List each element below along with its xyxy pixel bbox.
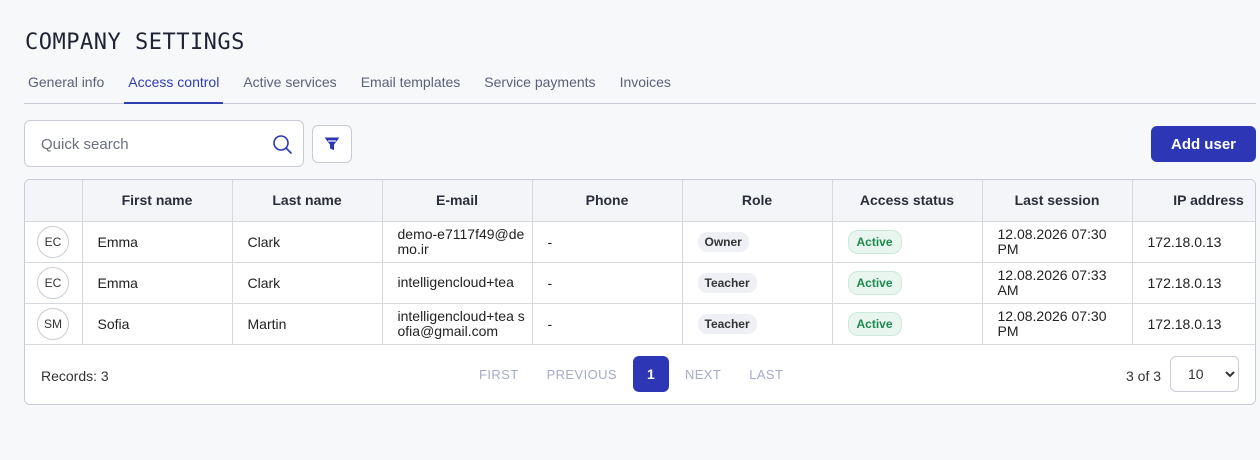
last-session-cell: 12.08.2026 07:30 PM [982,303,1133,345]
last-session-cell: 12.08.2026 07:33 AM [982,262,1133,304]
avatar: EC [37,225,69,258]
table-row[interactable]: SM Sofia Martin intelligencloud+tea sofi… [25,303,1255,345]
tab-service-payments[interactable]: Service payments [480,74,599,103]
pagination: FIRST PREVIOUS 1 NEXT LAST [465,356,797,392]
table-header-row: First name Last name E-mail Phone Role A… [25,180,1255,222]
email-cell: demo-e7117f49@demo.ir [382,221,533,263]
tab-email-templates[interactable]: Email templates [357,74,465,103]
role-cell: Owner [682,221,833,263]
pager-next-button[interactable]: NEXT [685,367,721,382]
email-cell: intelligencloud+tea sofia@gmail.com [382,303,533,345]
access-status-cell: Active [832,262,983,304]
tab-access-control[interactable]: Access control [124,74,224,104]
tab-general-info[interactable]: General info [24,74,108,103]
role-badge: Teacher [697,313,757,334]
ip-address-cell: 172.18.0.13 [1132,262,1255,304]
last-name-cell: Clark [232,221,383,263]
status-badge: Active [847,229,902,254]
access-status-cell: Active [832,303,983,345]
role-badge: Teacher [697,272,757,293]
quick-search-box [24,120,304,167]
first-name-cell: Emma [82,262,233,304]
pager-previous-button[interactable]: PREVIOUS [547,367,617,382]
avatar-cell: EC [25,262,83,304]
pager-last-button[interactable]: LAST [749,367,783,382]
ip-address-cell: 172.18.0.13 [1132,303,1255,345]
table-row[interactable]: EC Emma Clark intelligencloud+tea - Teac… [25,262,1255,304]
avatar: SM [37,307,69,340]
settings-tabs: General info Access control Active servi… [24,74,1256,104]
last-name-cell: Clark [232,262,383,304]
page-size-select[interactable]: 10 [1170,356,1239,392]
column-header-email[interactable]: E-mail [382,180,533,222]
page-range: 3 of 3 [1126,368,1162,384]
phone-cell: - [532,221,683,263]
status-badge: Active [847,270,902,295]
search-input[interactable] [41,134,261,154]
filter-button[interactable] [312,125,352,163]
ip-address-cell: 172.18.0.13 [1132,221,1255,263]
access-status-cell: Active [832,221,983,263]
column-header-phone[interactable]: Phone [532,180,683,222]
page-title: COMPANY SETTINGS [25,30,245,55]
column-header-ip-label: IP address [1173,192,1244,209]
add-user-button[interactable]: Add user [1151,126,1256,162]
column-header-avatar [25,180,83,222]
last-name-cell: Martin [232,303,383,345]
table-footer: Records: 3 FIRST PREVIOUS 1 NEXT LAST 3 … [25,344,1255,404]
avatar-cell: EC [25,221,83,263]
avatar-cell: SM [25,303,83,345]
table-row[interactable]: EC Emma Clark demo-e7117f49@demo.ir - Ow… [25,221,1255,263]
role-badge: Owner [697,231,749,252]
email-cell: intelligencloud+tea [382,262,533,304]
phone-cell: - [532,262,683,304]
role-cell: Teacher [682,262,833,304]
avatar: EC [37,266,69,299]
column-header-first-name[interactable]: First name [82,180,233,222]
first-name-cell: Emma [82,221,233,263]
column-header-last-session[interactable]: Last session [982,180,1133,222]
tab-invoices[interactable]: Invoices [616,74,675,103]
last-session-cell: 12.08.2026 07:30 PM [982,221,1133,263]
first-name-cell: Sofia [82,303,233,345]
filter-icon [325,137,339,150]
pager-current-page[interactable]: 1 [632,356,669,392]
status-badge: Active [847,311,902,336]
column-header-role[interactable]: Role [682,180,833,222]
column-header-access-status[interactable]: Access status [832,180,983,222]
tab-active-services[interactable]: Active services [239,74,340,103]
column-header-ip-address[interactable]: IP address ⋮ [1132,180,1255,222]
users-table: First name Last name E-mail Phone Role A… [24,179,1256,405]
pager-first-button[interactable]: FIRST [479,367,519,382]
records-count: Records: 3 [41,368,109,384]
role-cell: Teacher [682,303,833,345]
column-header-last-name[interactable]: Last name [232,180,383,222]
search-icon[interactable] [271,133,293,155]
phone-cell: - [532,303,683,345]
